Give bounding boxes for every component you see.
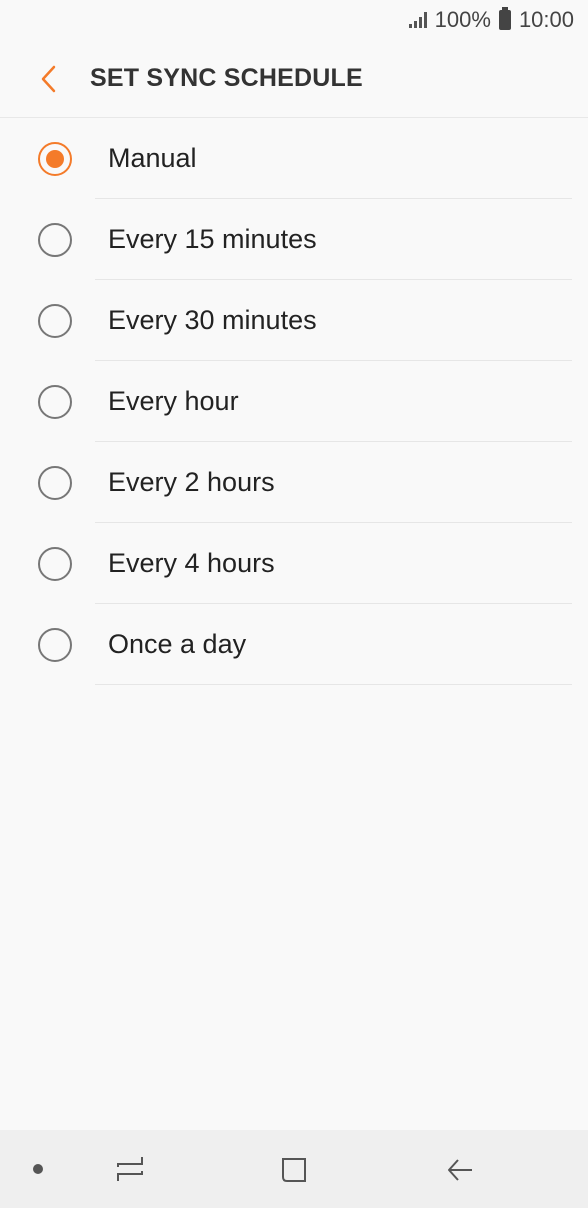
option-label: Every 4 hours (108, 548, 275, 578)
battery-icon (498, 7, 511, 30)
navigation-bar (0, 1130, 588, 1208)
back-arrow-icon[interactable] (440, 1152, 480, 1188)
signal-icon (408, 12, 427, 28)
radio-button[interactable] (38, 546, 72, 581)
clock: 10:00 (518, 7, 574, 32)
option-label: Every hour (108, 386, 239, 416)
radio-button[interactable] (38, 627, 72, 662)
option-every-2-hours[interactable]: Every 2 hours (0, 442, 588, 523)
option-every-30-minutes[interactable]: Every 30 minutes (0, 280, 588, 361)
option-label: Every 30 minutes (108, 305, 317, 335)
radio-button[interactable] (38, 465, 72, 500)
app-bar: SET SYNC SCHEDULE (0, 40, 588, 118)
option-once-a-day[interactable]: Once a day (0, 604, 588, 685)
sync-schedule-options: Manual Every 15 minutes Every 30 minutes… (0, 118, 588, 685)
home-icon[interactable] (276, 1152, 312, 1188)
option-every-15-minutes[interactable]: Every 15 minutes (0, 199, 588, 280)
option-label: Every 15 minutes (108, 224, 317, 254)
radio-button[interactable] (38, 303, 72, 338)
status-bar: 100% 10:00 (0, 0, 588, 40)
option-label: Once a day (108, 629, 247, 659)
option-every-hour[interactable]: Every hour (0, 361, 588, 442)
option-label: Every 2 hours (108, 467, 275, 497)
dot-icon[interactable] (28, 1159, 48, 1179)
option-every-4-hours[interactable]: Every 4 hours (0, 523, 588, 604)
option-label: Manual (108, 143, 197, 173)
radio-button[interactable] (38, 222, 72, 257)
back-button[interactable] (24, 54, 74, 104)
chevron-left-icon (41, 65, 56, 92)
option-manual[interactable]: Manual (0, 118, 588, 199)
radio-button-selected[interactable] (38, 141, 72, 176)
radio-button[interactable] (38, 384, 72, 419)
page-title: SET SYNC SCHEDULE (90, 64, 363, 92)
recents-icon[interactable] (110, 1152, 150, 1186)
battery-percentage: 100% (434, 7, 491, 32)
